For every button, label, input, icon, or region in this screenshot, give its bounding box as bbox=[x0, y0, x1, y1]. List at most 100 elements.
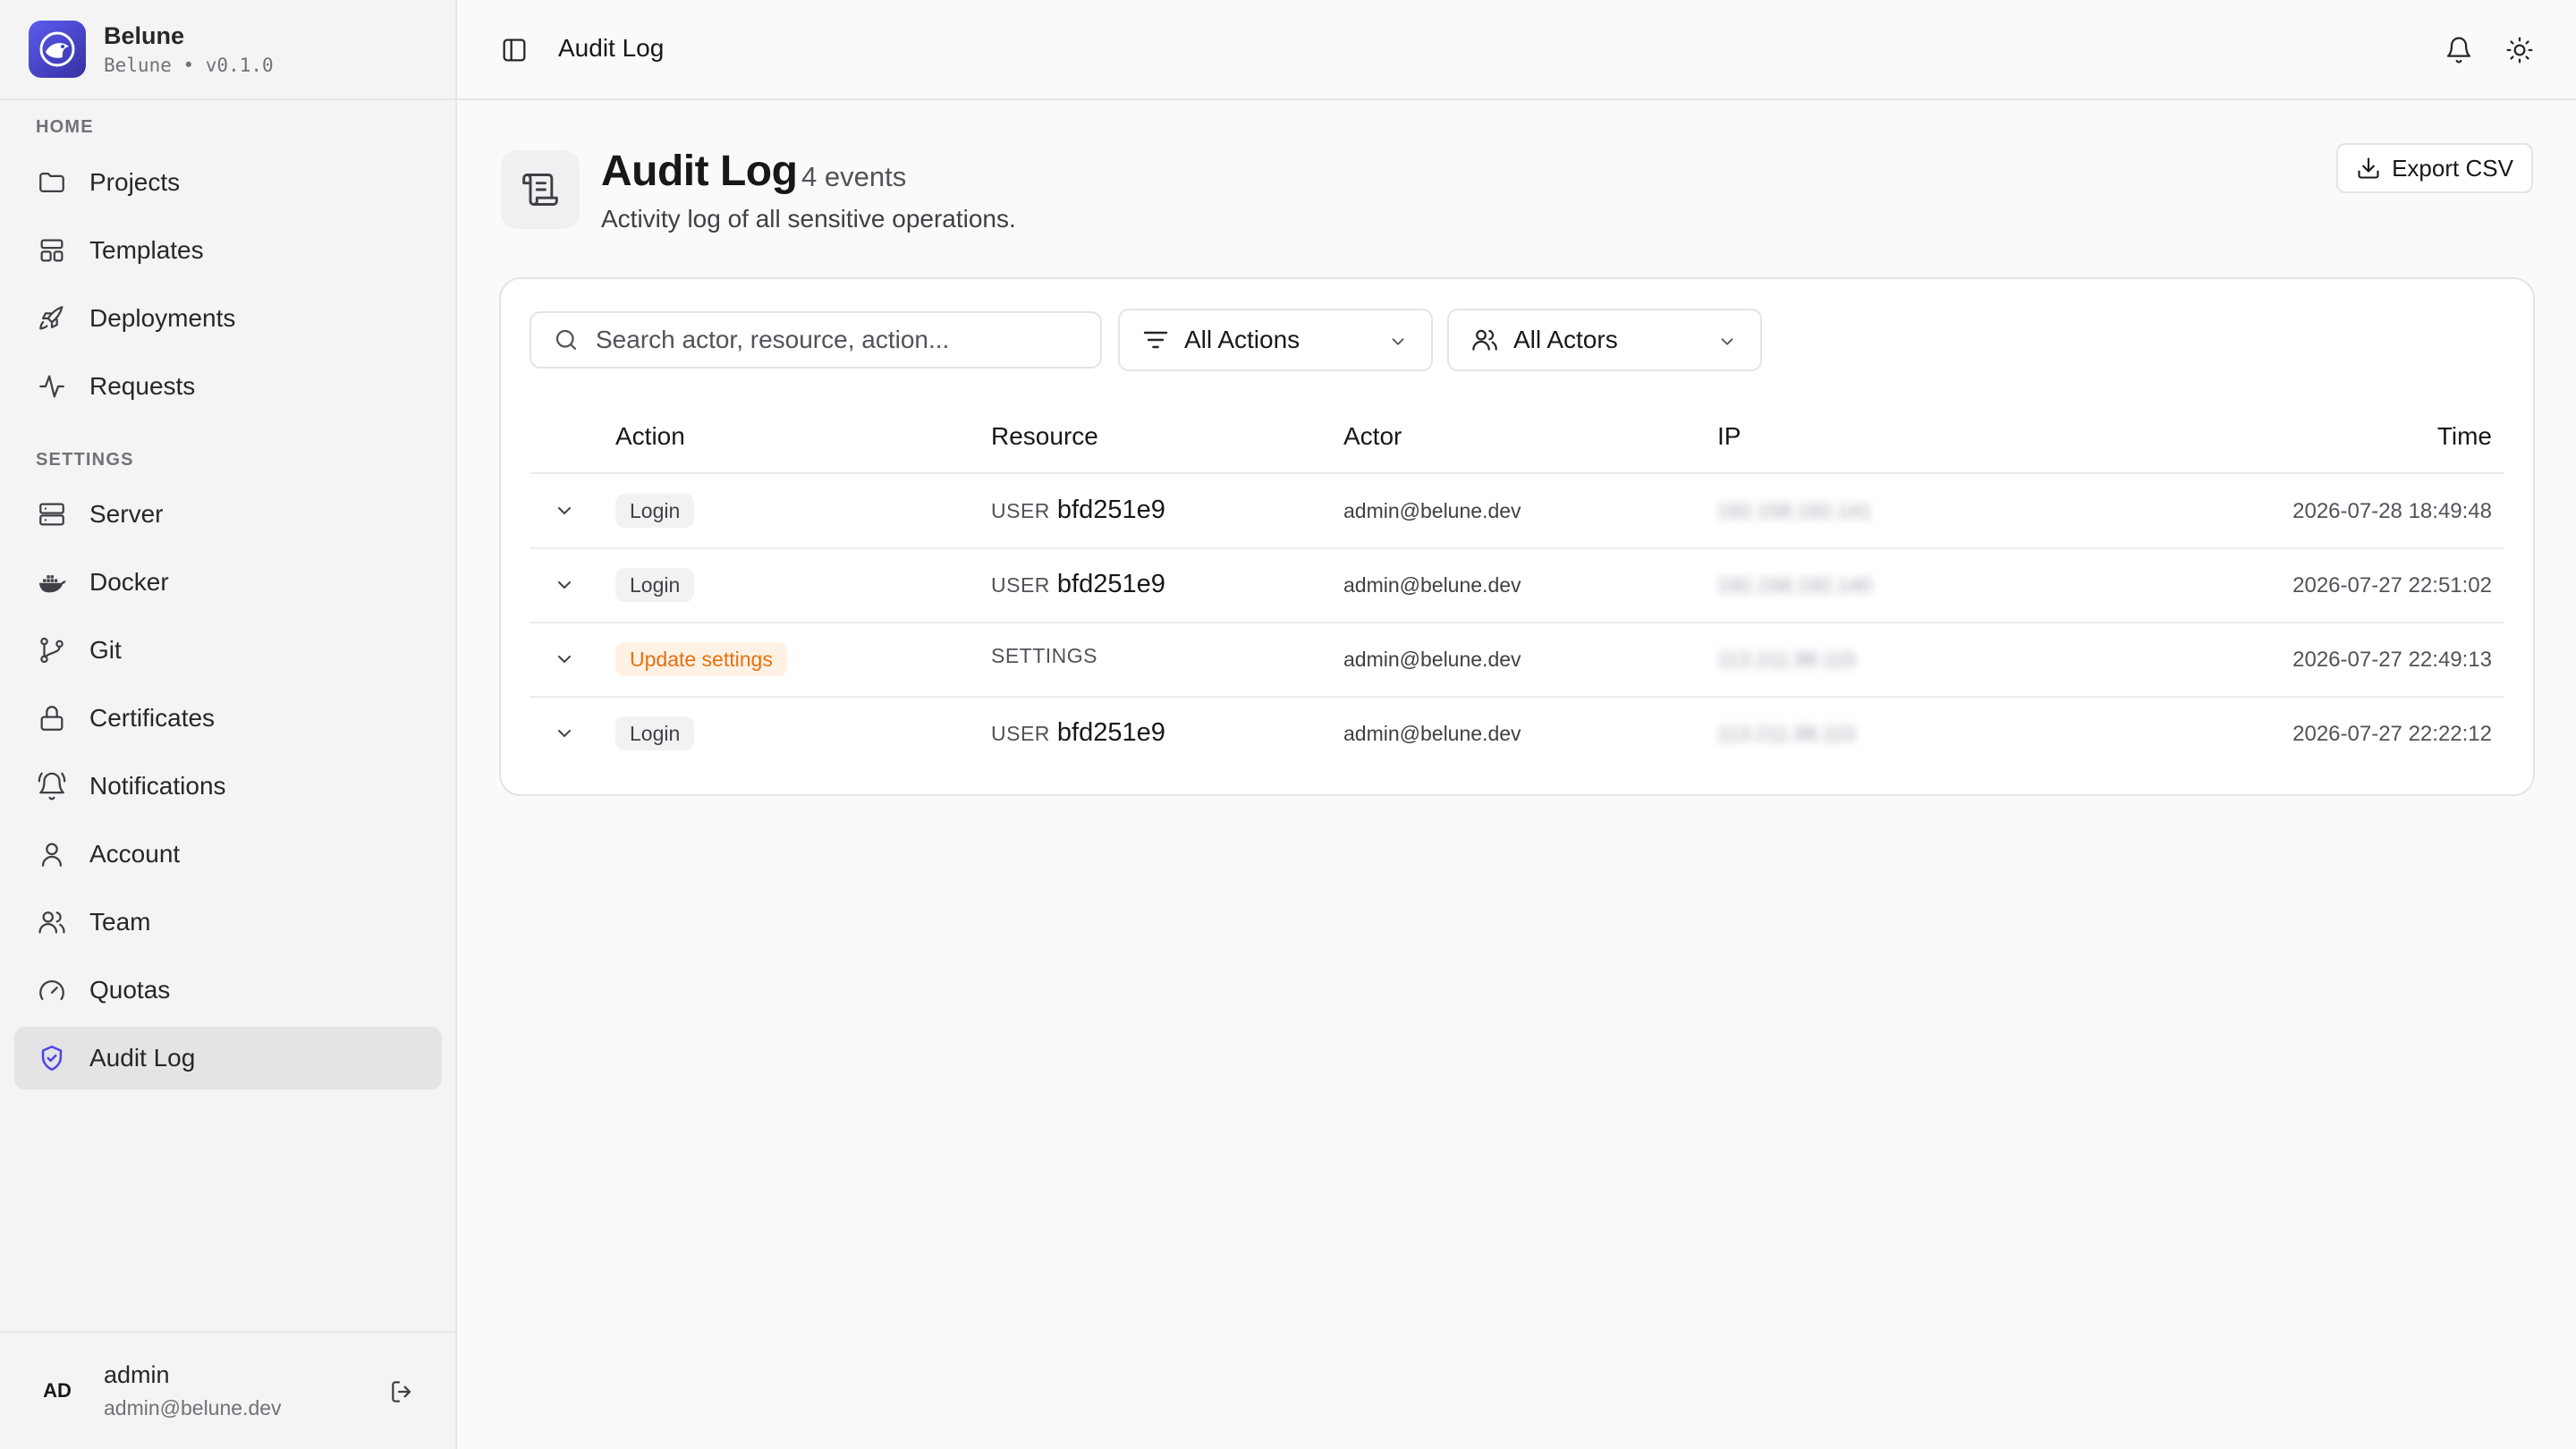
resource-cell: USER bfd251e9 bbox=[991, 718, 1165, 748]
event-count: 4 events bbox=[801, 161, 907, 192]
sun-icon bbox=[2505, 36, 2534, 64]
resource-id: bfd251e9 bbox=[1056, 718, 1165, 747]
resource-cell: USER bfd251e9 bbox=[991, 570, 1165, 599]
actor-cell: admin@belune.dev bbox=[1343, 648, 1521, 671]
actor-cell: admin@belune.dev bbox=[1343, 722, 1521, 745]
sidebar-item-label: Account bbox=[89, 840, 181, 868]
user-icon bbox=[36, 838, 68, 870]
sidebar-divider bbox=[0, 1331, 455, 1333]
time-cell: 2026-07-28 18:49:48 bbox=[2292, 499, 2492, 523]
search-box[interactable] bbox=[530, 311, 1102, 369]
expand-row-chevron-icon[interactable] bbox=[551, 572, 578, 598]
sidebar-item-label: Notifications bbox=[89, 772, 226, 800]
sidebar-item-certificates[interactable]: Certificates bbox=[14, 687, 442, 750]
sidebar-item-server[interactable]: Server bbox=[14, 483, 442, 546]
actions-filter-select[interactable]: All Actions bbox=[1118, 309, 1433, 371]
actions-filter-label: All Actions bbox=[1184, 326, 1301, 353]
sidebar-item-audit-log[interactable]: Audit Log bbox=[14, 1027, 442, 1089]
audit-log-card: All Actions All Actors Action Resource A… bbox=[499, 277, 2535, 796]
resource-type: SETTINGS bbox=[991, 644, 1098, 667]
sidebar-item-templates[interactable]: Templates bbox=[14, 219, 442, 282]
sidebar-item-team[interactable]: Team bbox=[14, 891, 442, 953]
action-badge: Login bbox=[615, 494, 695, 528]
notifications-button[interactable] bbox=[2439, 30, 2479, 70]
chevron-down-icon bbox=[1388, 332, 1408, 352]
sidebar-item-label: Docker bbox=[89, 568, 169, 596]
column-header-resource[interactable]: Resource bbox=[991, 422, 1098, 451]
sidebar-item-deployments[interactable]: Deployments bbox=[14, 287, 442, 350]
column-header-time[interactable]: Time bbox=[2437, 422, 2492, 451]
column-header-ip[interactable]: IP bbox=[1717, 422, 1741, 451]
sidebar-item-label: Deployments bbox=[89, 304, 236, 332]
column-header-actor[interactable]: Actor bbox=[1343, 422, 1402, 451]
sidebar-item-label: Requests bbox=[89, 372, 196, 400]
brand-name: Belune bbox=[104, 22, 185, 49]
scroll-text-icon bbox=[501, 150, 580, 229]
expand-row-chevron-icon[interactable] bbox=[551, 646, 578, 673]
search-input[interactable] bbox=[596, 326, 1097, 354]
table-row[interactable]: Login USER bfd251e9 admin@belune.dev 192… bbox=[530, 474, 2504, 547]
sidebar-item-label: Quotas bbox=[89, 976, 171, 1004]
rocket-icon bbox=[36, 302, 68, 335]
brand-version: Belune • v0.1.0 bbox=[104, 55, 274, 76]
panel-left-icon bbox=[500, 36, 529, 64]
ip-cell: 113.211.98.115 bbox=[1717, 722, 1856, 745]
logout-icon bbox=[388, 1377, 417, 1406]
action-badge: Login bbox=[615, 568, 695, 602]
time-cell: 2026-07-27 22:49:13 bbox=[2292, 648, 2492, 672]
sidebar-item-requests[interactable]: Requests bbox=[14, 355, 442, 418]
table-row[interactable]: Login USER bfd251e9 admin@belune.dev 192… bbox=[530, 548, 2504, 622]
ip-cell: 113.211.98.115 bbox=[1717, 648, 1856, 671]
sidebar-item-notifications[interactable]: Notifications bbox=[14, 755, 442, 818]
export-csv-button[interactable]: Export CSV bbox=[2336, 143, 2533, 193]
resource-id: bfd251e9 bbox=[1056, 496, 1165, 524]
sidebar-item-projects[interactable]: Projects bbox=[14, 151, 442, 214]
user-email: admin@belune.dev bbox=[104, 1396, 282, 1419]
sidebar-item-label: Projects bbox=[89, 168, 181, 196]
sidebar-item-git[interactable]: Git bbox=[14, 619, 442, 682]
brand[interactable]: Belune Belune • v0.1.0 bbox=[29, 20, 274, 79]
sidebar-item-label: Audit Log bbox=[89, 1044, 196, 1072]
section-label-settings: SETTINGS bbox=[36, 450, 134, 470]
sidebar-toggle-button[interactable] bbox=[496, 32, 532, 68]
sidebar-item-docker[interactable]: Docker bbox=[14, 551, 442, 614]
time-cell: 2026-07-27 22:51:02 bbox=[2292, 573, 2492, 597]
topbar: Audit Log bbox=[457, 0, 2576, 100]
resource-id: bfd251e9 bbox=[1056, 570, 1165, 598]
users-icon bbox=[1470, 326, 1499, 354]
user-name: admin bbox=[104, 1361, 170, 1388]
section-label-home: HOME bbox=[36, 117, 94, 137]
folder-icon bbox=[36, 166, 68, 199]
actors-filter-label: All Actors bbox=[1513, 326, 1618, 353]
resource-cell: SETTINGS bbox=[991, 644, 1105, 668]
action-badge: Login bbox=[615, 716, 695, 750]
sidebar-item-label: Team bbox=[89, 908, 151, 936]
sidebar-item-quotas[interactable]: Quotas bbox=[14, 959, 442, 1021]
table-row[interactable]: Login USER bfd251e9 admin@belune.dev 113… bbox=[530, 697, 2504, 770]
search-icon bbox=[553, 326, 580, 353]
table-row[interactable]: Update settings SETTINGS admin@belune.de… bbox=[530, 623, 2504, 696]
gauge-icon bbox=[36, 974, 68, 1006]
ip-cell: 192.158.192.140 bbox=[1717, 573, 1872, 597]
sidebar-item-label: Templates bbox=[89, 236, 204, 264]
sidebar-item-account[interactable]: Account bbox=[14, 823, 442, 886]
page-description: Activity log of all sensitive operations… bbox=[601, 205, 1016, 233]
actor-cell: admin@belune.dev bbox=[1343, 499, 1521, 522]
resource-cell: USER bfd251e9 bbox=[991, 496, 1165, 525]
expand-row-chevron-icon[interactable] bbox=[551, 497, 578, 524]
page-title: Audit Log bbox=[601, 148, 798, 195]
expand-row-chevron-icon[interactable] bbox=[551, 720, 578, 747]
column-header-action[interactable]: Action bbox=[615, 422, 685, 451]
resource-type: USER bbox=[991, 573, 1050, 597]
bell-ring-icon bbox=[36, 770, 68, 802]
action-badge-warning: Update settings bbox=[615, 642, 787, 676]
actors-filter-select[interactable]: All Actors bbox=[1447, 309, 1762, 371]
sidebar-item-label: Server bbox=[89, 500, 164, 528]
theme-toggle-button[interactable] bbox=[2500, 30, 2539, 70]
sidebar-item-label: Certificates bbox=[89, 704, 216, 732]
avatar[interactable]: AD bbox=[36, 1369, 79, 1412]
logout-button[interactable] bbox=[385, 1374, 420, 1410]
activity-icon bbox=[36, 370, 68, 402]
filter-icon bbox=[1141, 326, 1170, 354]
git-branch-icon bbox=[36, 634, 68, 666]
